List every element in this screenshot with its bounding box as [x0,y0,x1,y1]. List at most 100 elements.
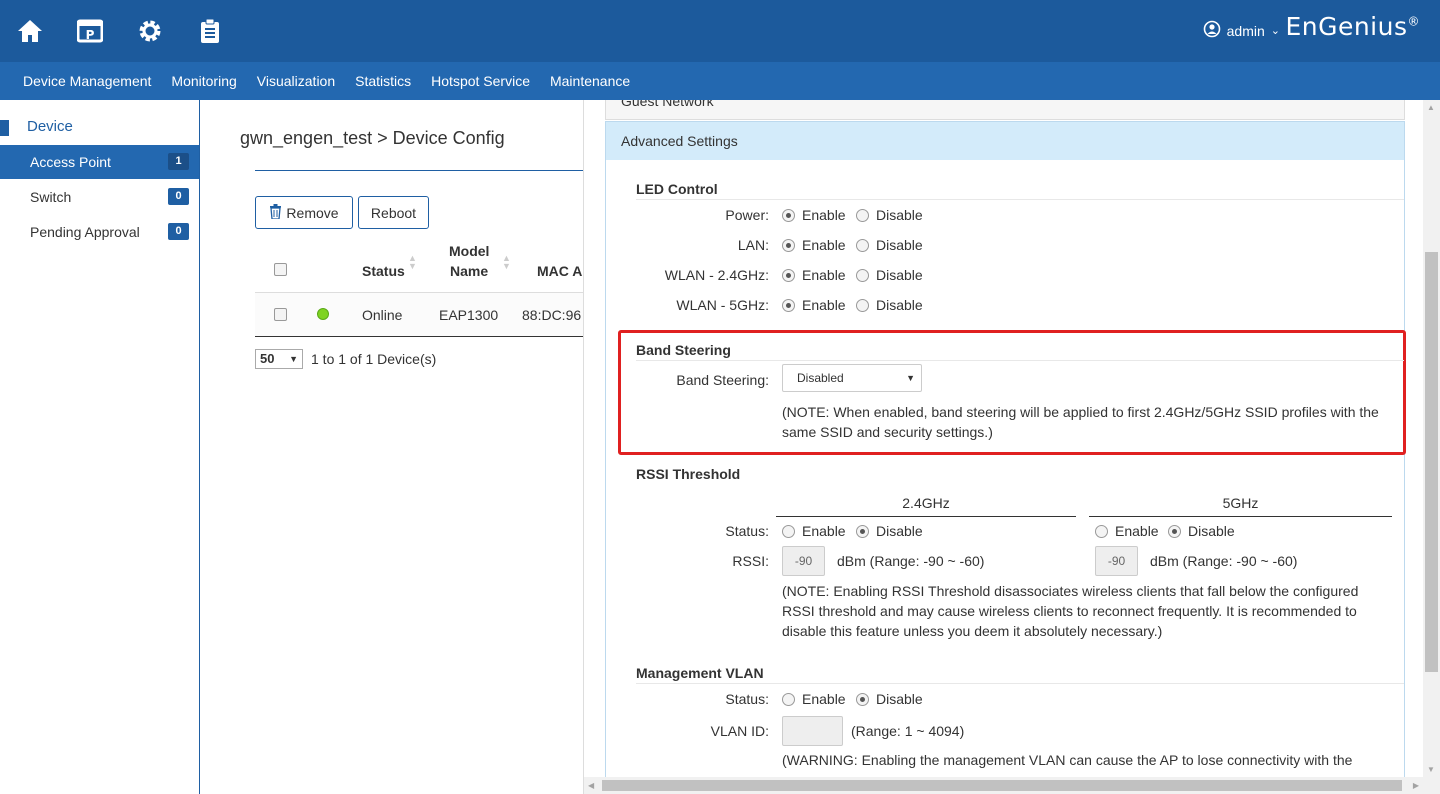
rssi5-disable-radio[interactable] [1168,525,1181,538]
rssi24-input[interactable]: -90 [782,546,825,576]
user-menu[interactable]: admin ⌄ [1203,20,1280,41]
scroll-down-icon[interactable]: ▼ [1427,765,1435,774]
rssi5-range: dBm (Range: -90 ~ -60) [1150,553,1298,569]
count-badge: 0 [168,188,189,205]
scroll-right-icon[interactable]: ▶ [1413,781,1419,790]
vlan-id-input[interactable] [782,716,843,746]
advanced-settings-header[interactable]: Advanced Settings [606,122,1404,160]
guest-network-panel[interactable]: Guest Network [605,100,1405,120]
band-steering-note-2: same SSID and security settings.) [782,424,993,440]
horizontal-scroll-thumb[interactable] [602,780,1402,791]
rssi-value-label: RSSI: [732,553,769,569]
vlan-status-label: Status: [725,691,769,707]
nav-statistics[interactable]: Statistics [345,62,421,100]
band-24ghz-header: 2.4GHz [776,495,1076,517]
row-mac: 88:DC:96 [522,307,582,323]
rssi24-enable-radio[interactable] [782,525,795,538]
nav-maintenance[interactable]: Maintenance [540,62,640,100]
device-list-pane: gwn_engen_test > Device Config Remove Re… [200,100,583,794]
vertical-scrollbar[interactable]: ▲ ▼ [1423,100,1440,777]
col-status[interactable]: Status [362,263,405,279]
svg-text:P: P [86,28,95,42]
sidebar: Device Access Point 1 Switch 0 Pending App… [0,100,200,794]
horizontal-scrollbar[interactable]: ◀ ▶ [584,777,1440,794]
clipboard-icon[interactable] [193,14,227,48]
led-wlan5-label: WLAN - 5GHz: [676,297,769,313]
radio-label: Disable [1188,523,1235,539]
table-row[interactable]: Online EAP1300 88:DC:96 [255,292,583,337]
band-steering-select[interactable]: Disabled ▼ [782,364,922,392]
main-nav: Device Management Monitoring Visualizati… [0,62,1440,100]
vlan-warning: (WARNING: Enabling the management VLAN c… [782,752,1353,768]
row-checkbox[interactable] [274,308,287,321]
led-lan-label: LAN: [737,237,769,253]
select-all-checkbox[interactable] [274,263,287,276]
vlan-id-label: VLAN ID: [710,723,769,739]
vlan-disable-radio[interactable] [856,693,869,706]
sidebar-item-access-point[interactable]: Access Point 1 [0,145,199,179]
led-power-disable-radio[interactable] [856,209,869,222]
band-steering-title: Band Steering [636,342,731,358]
sort-icon[interactable]: ▲ ▼ [502,254,511,271]
radio-label: Disable [876,237,923,253]
col-mac[interactable]: MAC A [537,263,582,279]
breadcrumb: gwn_engen_test > Device Config [240,128,505,148]
management-vlan-title: Management VLAN [636,665,764,681]
trash-icon [269,203,282,222]
scroll-left-icon[interactable]: ◀ [588,781,594,790]
nav-device-management[interactable]: Device Management [13,62,161,100]
device-config-pane: Guest Network Advanced Settings LED Cont… [583,100,1440,794]
led-wlan24-label: WLAN - 2.4GHz: [664,267,769,283]
rssi-note-1: (NOTE: Enabling RSSI Threshold disassoci… [782,583,1359,599]
online-status-icon [317,308,329,320]
led-power-enable-radio[interactable] [782,209,795,222]
radio-label: Enable [802,207,846,223]
vertical-scroll-thumb[interactable] [1425,252,1438,672]
col-model-line1[interactable]: Model [449,243,489,259]
rssi5-input[interactable]: -90 [1095,546,1138,576]
led-wlan5-enable-radio[interactable] [782,299,795,312]
scroll-up-icon[interactable]: ▲ [1427,103,1435,112]
radio-label: Disable [876,267,923,283]
led-wlan24-disable-radio[interactable] [856,269,869,282]
led-control-title: LED Control [636,181,718,197]
row-model: EAP1300 [439,307,499,323]
led-wlan24-enable-radio[interactable] [782,269,795,282]
led-wlan5-disable-radio[interactable] [856,299,869,312]
radio-label: Disable [876,523,923,539]
rssi-note-2: RSSI threshold and may cause wireless cl… [782,603,1357,619]
nav-hotspot-service[interactable]: Hotspot Service [421,62,540,100]
sidebar-item-pending-approval[interactable]: Pending Approval 0 [0,215,199,249]
radio-label: Disable [876,297,923,313]
rssi24-disable-radio[interactable] [856,525,869,538]
reboot-button[interactable]: Reboot [358,196,429,229]
led-lan-disable-radio[interactable] [856,239,869,252]
user-icon [1203,20,1221,41]
radio-label: Enable [802,297,846,313]
nav-monitoring[interactable]: Monitoring [161,62,246,100]
band-5ghz-header: 5GHz [1089,495,1392,517]
nav-visualization[interactable]: Visualization [247,62,345,100]
band-steering-label: Band Steering: [676,372,769,388]
chevron-down-icon: ⌄ [1270,25,1280,37]
vlan-enable-radio[interactable] [782,693,795,706]
page-size-select[interactable]: 50 ▼ [255,349,303,369]
col-model-line2[interactable]: Name [450,263,488,279]
rssi-status-label: Status: [725,523,769,539]
remove-button[interactable]: Remove [255,196,353,229]
radio-label: Enable [802,523,846,539]
count-badge: 1 [168,153,189,170]
led-lan-enable-radio[interactable] [782,239,795,252]
sidebar-item-switch[interactable]: Switch 0 [0,180,199,214]
home-icon[interactable] [13,14,47,48]
rssi5-enable-radio[interactable] [1095,525,1108,538]
radio-label: Disable [876,691,923,707]
led-power-label: Power: [725,207,769,223]
sort-icon[interactable]: ▲ ▼ [408,254,417,271]
parking-icon[interactable]: P [73,14,107,48]
row-status: Online [362,307,403,323]
band-steering-note-1: (NOTE: When enabled, band steering will … [782,404,1379,420]
count-badge: 0 [168,223,189,240]
radio-label: Enable [802,237,846,253]
gear-icon[interactable] [133,14,167,48]
